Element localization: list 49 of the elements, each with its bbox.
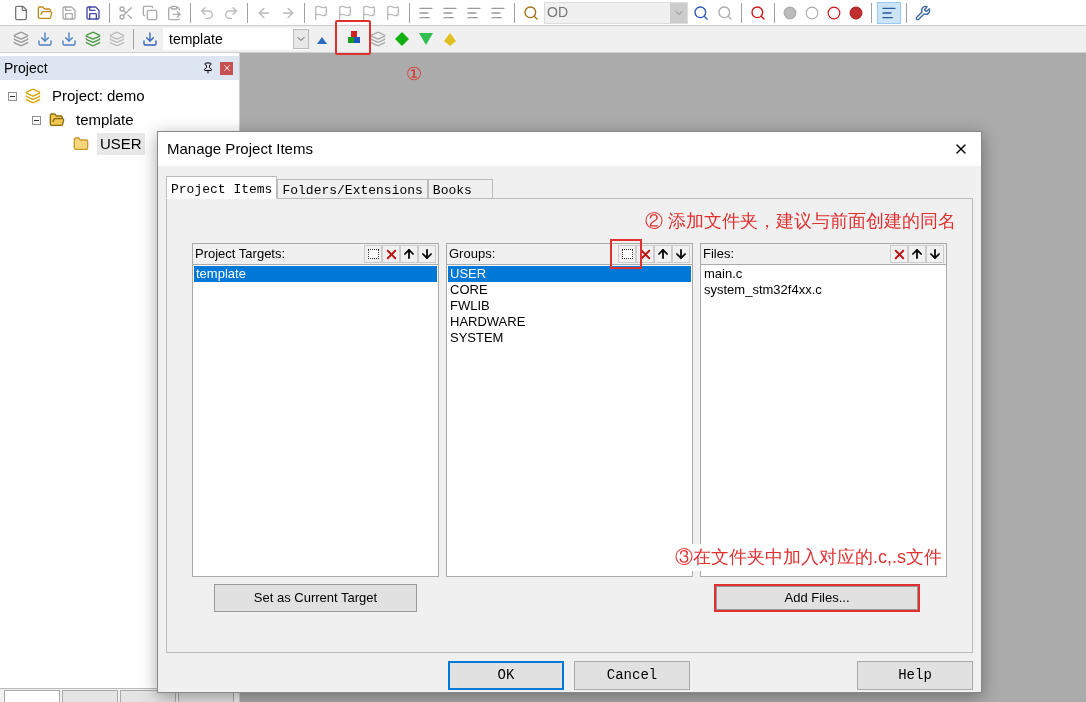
list-title: Groups: (449, 245, 497, 264)
new-item-icon[interactable] (618, 245, 636, 263)
list-item[interactable]: template (194, 266, 437, 282)
list-item[interactable]: SYSTEM (448, 330, 691, 346)
find-dropdown[interactable]: OD (544, 1, 688, 24)
move-up-icon[interactable] (400, 245, 418, 263)
folder-icon (73, 136, 89, 152)
list-item[interactable]: CORE (448, 282, 691, 298)
delete-icon[interactable] (636, 245, 654, 263)
dialog-button[interactable]: Help (857, 661, 973, 690)
callout-box (335, 20, 371, 55)
move-up-icon[interactable] (654, 245, 672, 263)
delete-icon[interactable] (890, 245, 908, 263)
dialog-title: Manage Project Items (167, 138, 314, 159)
list-item[interactable]: USER (448, 266, 691, 282)
add-files-button[interactable]: Add Files... (716, 586, 918, 610)
expand-toggle-icon[interactable] (8, 91, 17, 101)
callout-box (610, 239, 642, 269)
target-dropdown[interactable]: template (163, 28, 309, 50)
callout-label: ① (406, 63, 422, 86)
list-item[interactable]: main.c (702, 266, 945, 282)
list-item[interactable]: FWLIB (448, 298, 691, 314)
panel-title: Project (4, 58, 49, 78)
tab[interactable]: Books (427, 179, 493, 199)
tree-item[interactable]: template (73, 108, 137, 132)
set-target-button[interactable]: Set as Current Target (214, 584, 417, 612)
move-down-icon[interactable] (926, 245, 944, 263)
move-down-icon[interactable] (672, 245, 690, 263)
tree-item[interactable]: Project: demo (49, 84, 148, 108)
pin-icon[interactable] (202, 62, 214, 74)
move-up-icon[interactable] (908, 245, 926, 263)
folder-icon (49, 112, 65, 128)
callout-text: ③在文件夹中加入对应的.c,.s文件 (673, 544, 944, 571)
tree-item[interactable]: USER (97, 132, 145, 156)
delete-icon[interactable] (382, 245, 400, 263)
dialog-button[interactable]: Cancel (574, 661, 690, 690)
callout-text: ② 添加文件夹，建议与前面创建的同名 (645, 209, 956, 233)
expand-toggle-icon[interactable] (32, 115, 41, 125)
panel-tab[interactable] (4, 690, 60, 702)
move-down-icon[interactable] (418, 245, 436, 263)
list-title: Project Targets: (195, 245, 287, 264)
dialog-button[interactable]: OK (448, 661, 564, 690)
list-item[interactable]: system_stm32f4xx.c (702, 282, 945, 298)
tab[interactable]: Folders/Extensions (277, 179, 428, 199)
panel-tab[interactable] (62, 690, 118, 702)
new-item-icon[interactable] (364, 245, 382, 263)
tab[interactable]: Project Items (166, 176, 278, 199)
list-title: Files: (703, 245, 736, 264)
list-item[interactable]: HARDWARE (448, 314, 691, 330)
